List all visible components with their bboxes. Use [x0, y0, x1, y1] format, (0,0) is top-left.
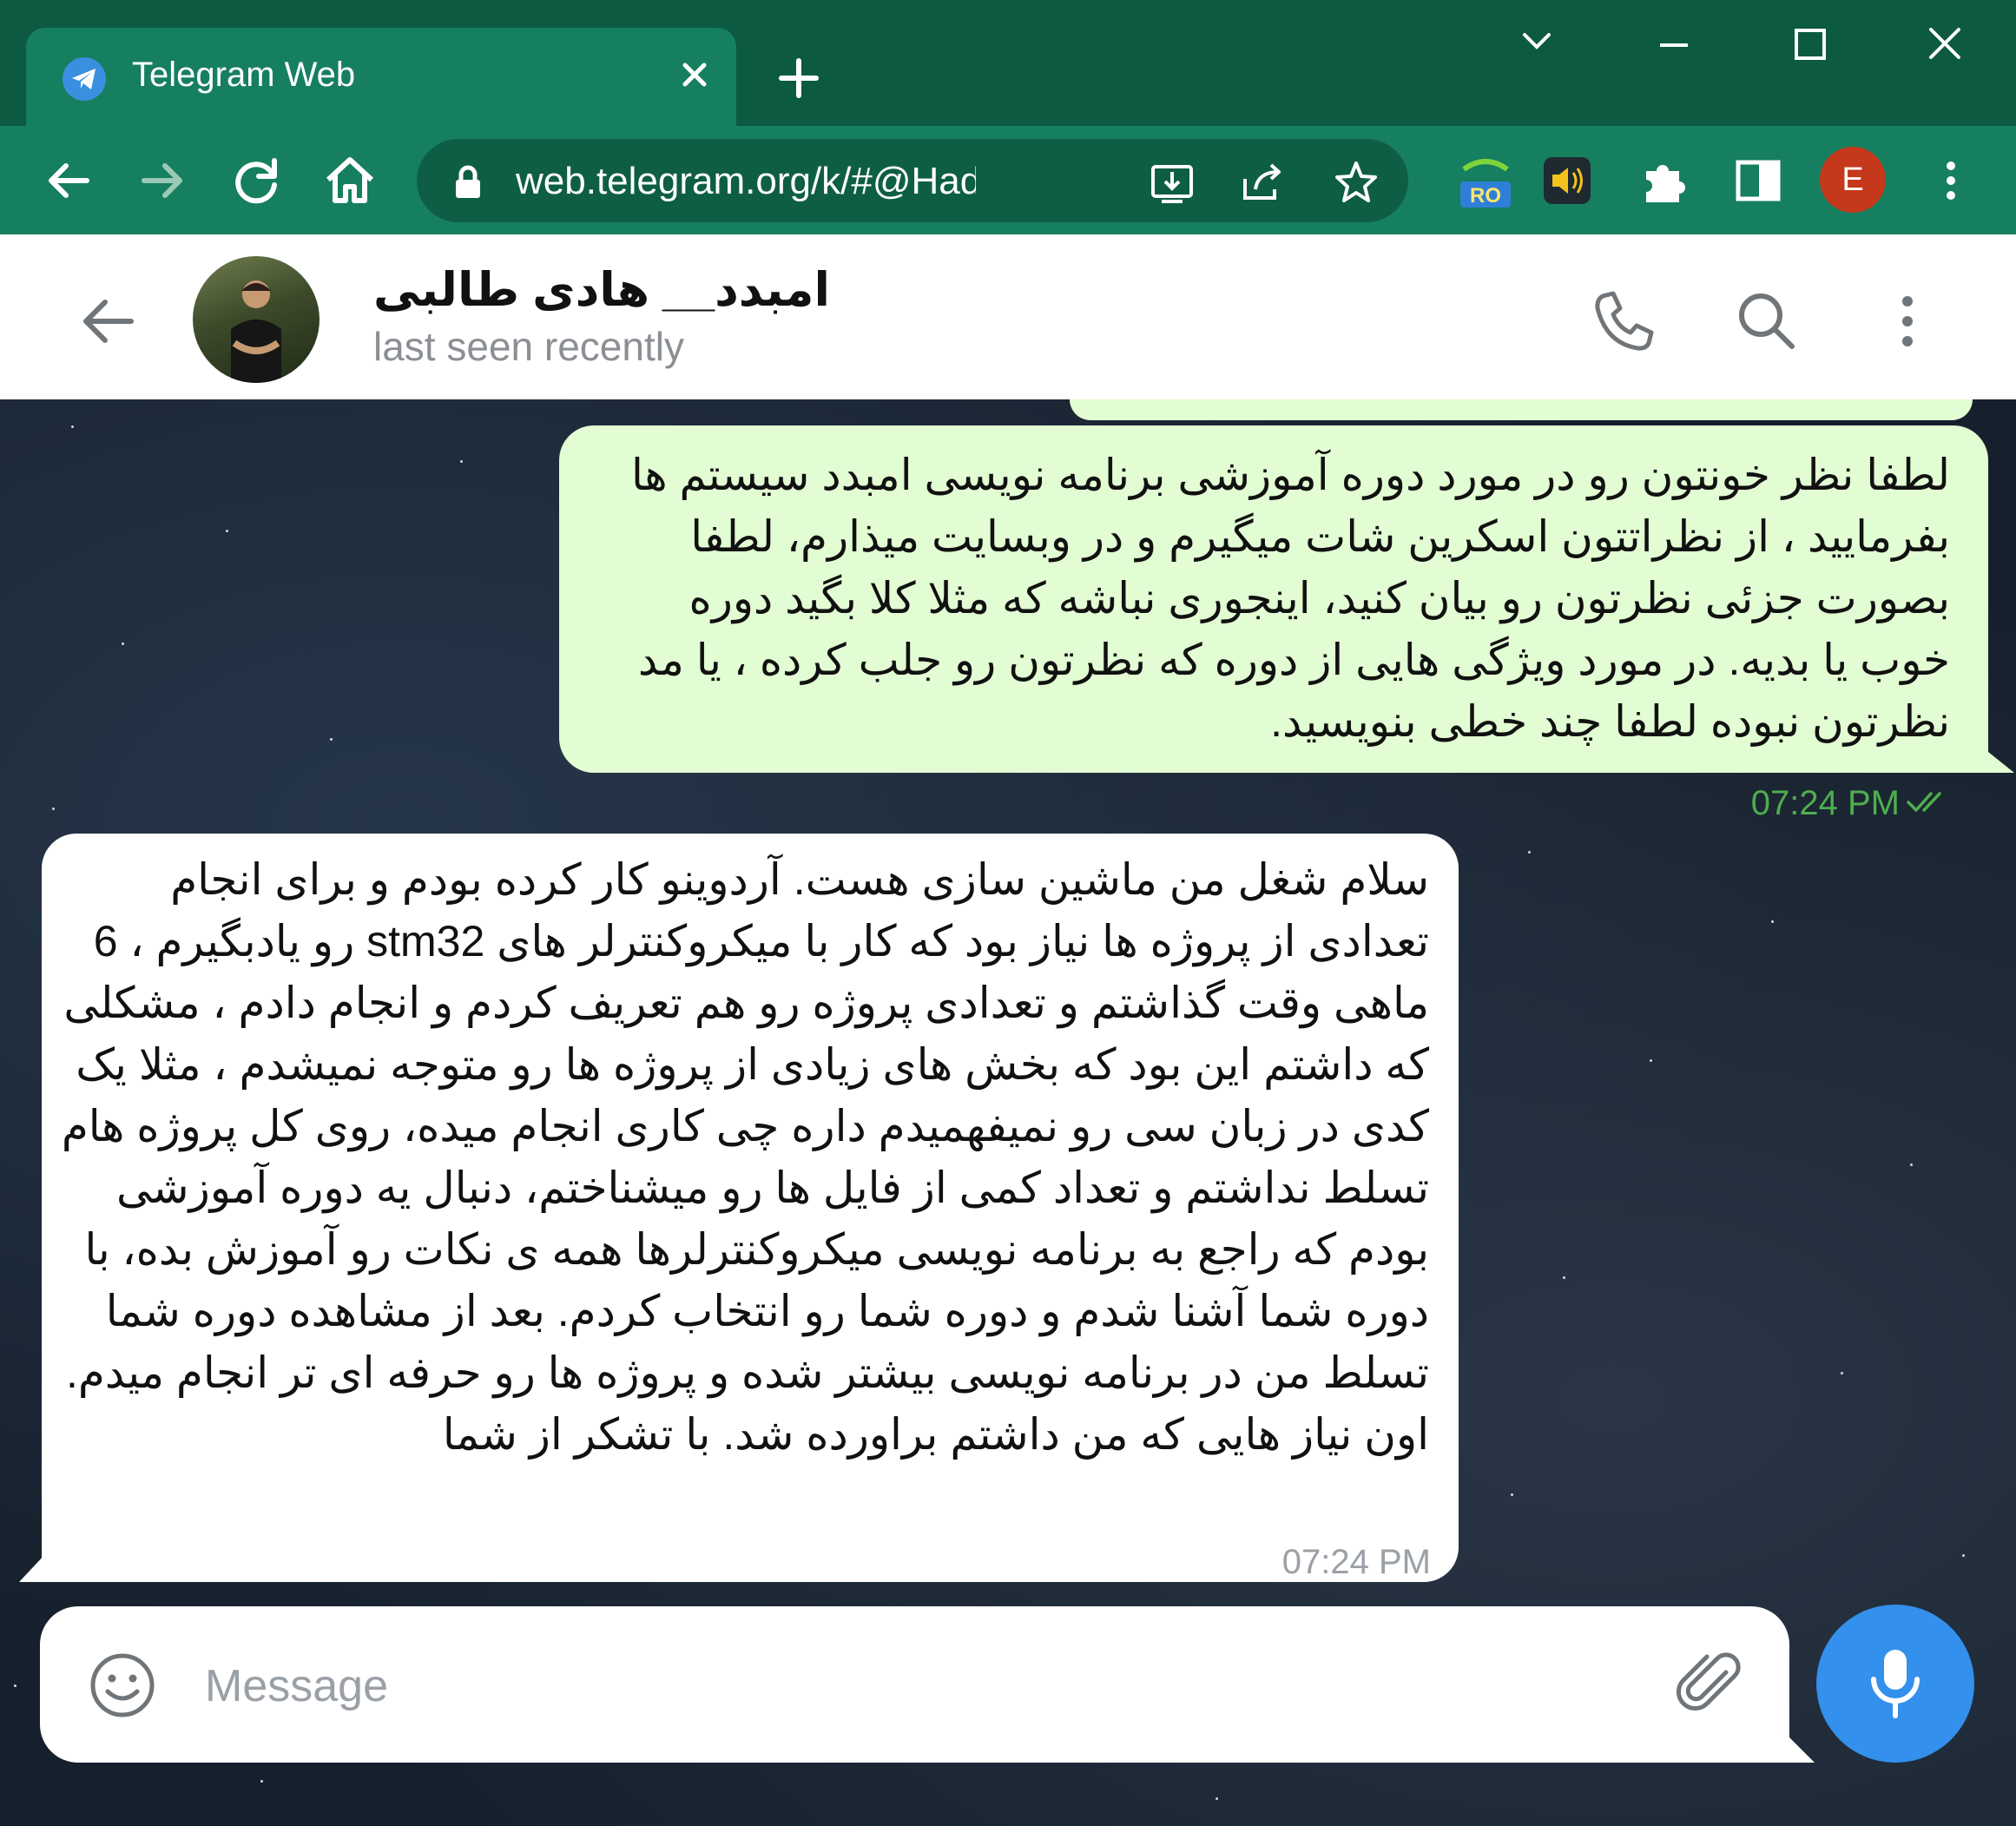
- microphone-button[interactable]: [1816, 1605, 1974, 1763]
- double-check-icon: [1907, 773, 1952, 834]
- smile-icon[interactable]: [83, 1646, 161, 1724]
- message-meta: 07:24 PM: [1751, 773, 1952, 834]
- avatar[interactable]: [193, 256, 320, 383]
- message-text: سلام شغل من ماشین سازی هست. آردوینو کار …: [61, 855, 1429, 1459]
- wallpaper-star: [260, 1780, 263, 1783]
- bookmark-star-icon[interactable]: [1330, 156, 1382, 208]
- forward-arrow-icon[interactable]: [130, 148, 194, 213]
- browser-tab-bar: Telegram Web: [0, 0, 2016, 126]
- lock-icon[interactable]: [453, 165, 483, 204]
- maximize-window-button[interactable]: [1778, 17, 1841, 69]
- tab-search-chevron-icon[interactable]: [1505, 17, 1568, 69]
- wallpaper-star: [1962, 1554, 1965, 1557]
- paperclip-icon[interactable]: [1672, 1646, 1750, 1724]
- tab-close-icon[interactable]: [669, 49, 721, 101]
- extensions-puzzle-icon[interactable]: [1634, 150, 1695, 211]
- back-arrow-icon[interactable]: [36, 148, 101, 213]
- close-window-button[interactable]: [1914, 17, 1976, 69]
- wallpaper-star: [460, 460, 463, 463]
- message-time: 07:24 PM: [1281, 1543, 1431, 1581]
- new-tab-button[interactable]: [771, 50, 827, 106]
- wallpaper-star: [52, 808, 55, 810]
- wallpaper-star: [71, 425, 74, 428]
- minimize-window-button[interactable]: [1643, 17, 1705, 69]
- incoming-message[interactable]: سلام شغل من ماشین سازی هست. آردوینو کار …: [42, 834, 1459, 1582]
- chat-header: امبدد__ هادی طالبی last seen recently: [0, 234, 2016, 400]
- wallpaper-star: [1563, 1276, 1565, 1279]
- composer-tail: [1789, 1737, 1815, 1763]
- wallpaper-star: [1528, 851, 1531, 854]
- previous-message-bubble: [1070, 399, 1973, 420]
- wallpaper-star: [1771, 920, 1774, 923]
- share-icon[interactable]: [1236, 156, 1288, 208]
- more-vertical-icon[interactable]: [1868, 282, 1947, 360]
- reload-icon[interactable]: [224, 148, 288, 213]
- peer-name[interactable]: امبدد__ هادی طالبی: [373, 262, 830, 317]
- wallpaper-star: [1511, 1493, 1513, 1496]
- browser-toolbar: web.telegram.org/k/#@HadiNi... RO E: [0, 126, 2016, 234]
- install-app-icon[interactable]: [1146, 156, 1198, 208]
- message-time: 07:24 PM: [1750, 784, 1900, 822]
- back-arrow-icon[interactable]: [74, 287, 143, 356]
- message-input[interactable]: [203, 1655, 1639, 1717]
- outgoing-message[interactable]: لطفا نظر خونتون رو در مورد دوره آموزشی ب…: [559, 425, 1988, 822]
- message-text: لطفا نظر خونتون رو در مورد دوره آموزشی ب…: [631, 451, 1950, 746]
- browser-menu-icon[interactable]: [1920, 150, 1981, 211]
- peer-status: last seen recently: [373, 324, 684, 369]
- telegram-favicon-icon: [63, 57, 106, 101]
- side-panel-icon[interactable]: [1728, 150, 1789, 211]
- sound-extension-icon[interactable]: [1537, 150, 1598, 211]
- tab-title: Telegram Web: [132, 56, 356, 94]
- wallpaper-star: [226, 530, 228, 532]
- search-icon[interactable]: [1728, 282, 1806, 360]
- extension-ro-icon[interactable]: RO: [1455, 150, 1516, 211]
- svg-text:RO: RO: [1470, 184, 1501, 208]
- wallpaper-star: [122, 643, 124, 645]
- address-bar[interactable]: web.telegram.org/k/#@HadiNi...: [417, 139, 1408, 222]
- home-icon[interactable]: [318, 148, 382, 213]
- wallpaper-star: [1650, 1059, 1652, 1062]
- browser-tab[interactable]: Telegram Web: [26, 28, 736, 126]
- profile-avatar[interactable]: E: [1820, 147, 1886, 213]
- wallpaper-star: [14, 1684, 16, 1687]
- incoming-bubble-tail: [19, 1554, 45, 1582]
- wallpaper-star: [330, 738, 333, 741]
- chat-messages-area[interactable]: لطفا نظر خونتون رو در مورد دوره آموزشی ب…: [0, 399, 2016, 1826]
- wallpaper-star: [1910, 1163, 1913, 1166]
- wallpaper-star: [1841, 1372, 1843, 1374]
- wallpaper-star: [1216, 1797, 1218, 1800]
- message-composer: [40, 1606, 1789, 1763]
- phone-icon[interactable]: [1585, 282, 1664, 360]
- url-text[interactable]: web.telegram.org/k/#@HadiNi...: [516, 160, 976, 203]
